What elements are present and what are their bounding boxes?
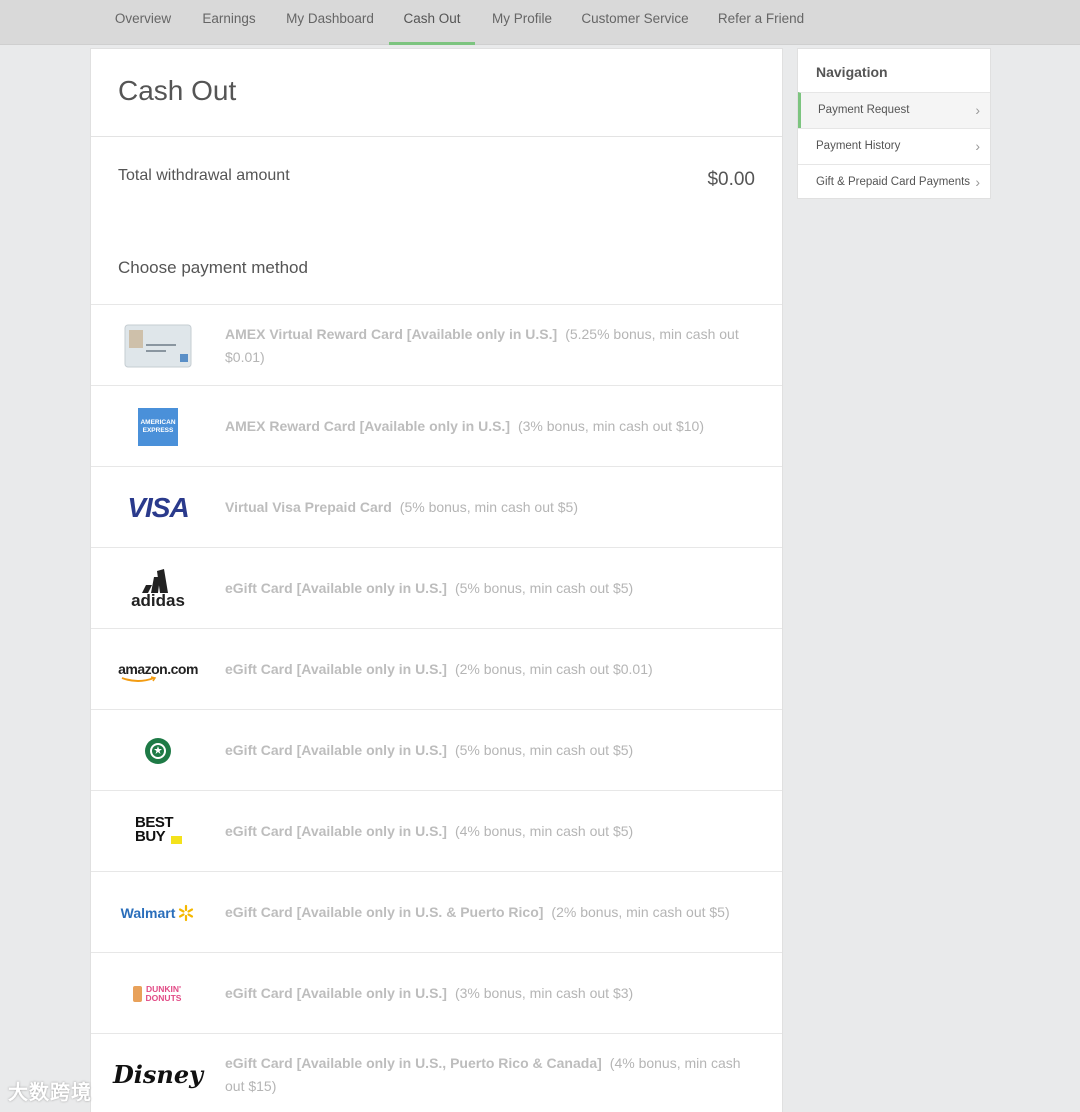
payment-method-name: eGift Card [Available only in U.S.] bbox=[225, 580, 447, 596]
payment-method-name: eGift Card [Available only in U.S.] bbox=[225, 661, 447, 677]
choose-payment-heading: Choose payment method bbox=[118, 258, 308, 277]
adidas-icon: adidas bbox=[117, 548, 199, 629]
payment-method-name: eGift Card [Available only in U.S.] bbox=[225, 823, 447, 839]
chevron-right-icon: › bbox=[975, 102, 980, 118]
payment-method-amex-reward[interactable]: AMERICAN EXPRESS AMEX Reward Card [Avail… bbox=[91, 385, 782, 466]
starbucks-icon bbox=[117, 710, 199, 791]
page-title: Cash Out bbox=[118, 75, 237, 106]
payment-method-amazon[interactable]: amazon.com eGift Card [Available only in… bbox=[91, 628, 782, 709]
total-withdrawal-label: Total withdrawal amount bbox=[118, 167, 290, 184]
payment-method-name: AMEX Reward Card [Available only in U.S.… bbox=[225, 418, 510, 434]
sidebar-item-label: Gift & Prepaid Card Payments bbox=[816, 176, 971, 188]
nav-cash-out[interactable]: Cash Out bbox=[389, 0, 475, 45]
sidebar-item-payment-history[interactable]: Payment History › bbox=[798, 128, 990, 164]
payment-method-detail: (5% bonus, min cash out $5) bbox=[454, 742, 634, 758]
payment-method-detail: (4% bonus, min cash out $5) bbox=[454, 823, 634, 839]
sidebar-item-gift-prepaid-payments[interactable]: Gift & Prepaid Card Payments › bbox=[798, 164, 990, 200]
nav-refer-a-friend[interactable]: Refer a Friend bbox=[710, 0, 812, 45]
sidebar-heading: Navigation bbox=[816, 64, 888, 80]
walmart-icon: Walmart bbox=[117, 872, 199, 953]
payment-method-detail: (5% bonus, min cash out $5) bbox=[454, 580, 634, 596]
divider bbox=[91, 136, 782, 137]
disney-icon: Disney bbox=[112, 1060, 204, 1089]
chevron-right-icon: › bbox=[975, 138, 980, 154]
payment-method-detail: (5% bonus, min cash out $5) bbox=[399, 499, 578, 515]
payment-method-name: AMEX Virtual Reward Card [Available only… bbox=[225, 325, 558, 342]
payment-method-name: eGift Card [Available only in U.S., Puer… bbox=[225, 1054, 602, 1071]
payment-method-disney[interactable]: Disney eGift Card [Available only in U.S… bbox=[91, 1033, 782, 1112]
nav-my-profile[interactable]: My Profile bbox=[484, 0, 560, 45]
american-express-icon: AMERICAN EXPRESS bbox=[117, 386, 199, 467]
sidebar-item-label: Payment Request bbox=[818, 104, 910, 116]
nav-customer-service[interactable]: Customer Service bbox=[575, 0, 695, 45]
payment-method-dunkin-donuts[interactable]: DUNKIN' DONUTS eGift Card [Available onl… bbox=[91, 952, 782, 1033]
payment-method-detail: (2% bonus, min cash out $5) bbox=[551, 904, 730, 920]
payment-method-name: Virtual Visa Prepaid Card bbox=[225, 499, 392, 515]
payment-method-name: eGift Card [Available only in U.S.] bbox=[225, 985, 447, 1001]
payment-method-visa[interactable]: VISA Virtual Visa Prepaid Card (5% bonus,… bbox=[91, 466, 782, 547]
dunkin-donuts-icon: DUNKIN' DONUTS bbox=[117, 953, 199, 1034]
payment-method-detail: (3% bonus, min cash out $10) bbox=[517, 418, 704, 434]
payment-method-name: eGift Card [Available only in U.S.] bbox=[225, 742, 447, 758]
nav-earnings[interactable]: Earnings bbox=[195, 0, 263, 45]
payment-method-list: AMEX Virtual Reward Card [Available only… bbox=[91, 304, 782, 1112]
amazon-icon: amazon.com bbox=[117, 629, 199, 710]
visa-icon: VISA bbox=[127, 491, 189, 523]
sidebar-navigation: Navigation Payment Request › Payment His… bbox=[797, 48, 991, 199]
sidebar-item-payment-request[interactable]: Payment Request › bbox=[798, 92, 990, 128]
payment-method-starbucks[interactable]: eGift Card [Available only in U.S.] (5% b… bbox=[91, 709, 782, 790]
sidebar-item-label: Payment History bbox=[816, 140, 901, 152]
best-buy-icon: BEST BUY bbox=[117, 791, 199, 872]
payment-method-best-buy[interactable]: BEST BUY eGift Card [Available only in U… bbox=[91, 790, 782, 871]
payment-method-amex-virtual[interactable]: AMEX Virtual Reward Card [Available only… bbox=[91, 304, 782, 385]
payment-method-detail: (2% bonus, min cash out $0.01) bbox=[454, 661, 653, 677]
payment-method-walmart[interactable]: Walmart eGift Card [Available only in U.… bbox=[91, 871, 782, 952]
payment-method-name: eGift Card [Available only in U.S. & Pue… bbox=[225, 904, 544, 920]
chevron-right-icon: › bbox=[975, 174, 980, 190]
nav-my-dashboard[interactable]: My Dashboard bbox=[279, 0, 381, 45]
total-withdrawal-amount: $0.00 bbox=[707, 169, 755, 190]
payment-method-adidas[interactable]: adidas eGift Card [Available only in U.S… bbox=[91, 547, 782, 628]
cash-out-panel: Cash Out Total withdrawal amount $0.00 C… bbox=[90, 48, 783, 1112]
payment-method-detail: (3% bonus, min cash out $3) bbox=[454, 985, 634, 1001]
watermark: 大数跨境 bbox=[8, 1082, 92, 1104]
nav-overview[interactable]: Overview bbox=[107, 0, 179, 45]
amex-virtual-card-icon bbox=[117, 305, 199, 386]
top-navigation: Overview Earnings My Dashboard Cash Out … bbox=[0, 0, 1080, 45]
